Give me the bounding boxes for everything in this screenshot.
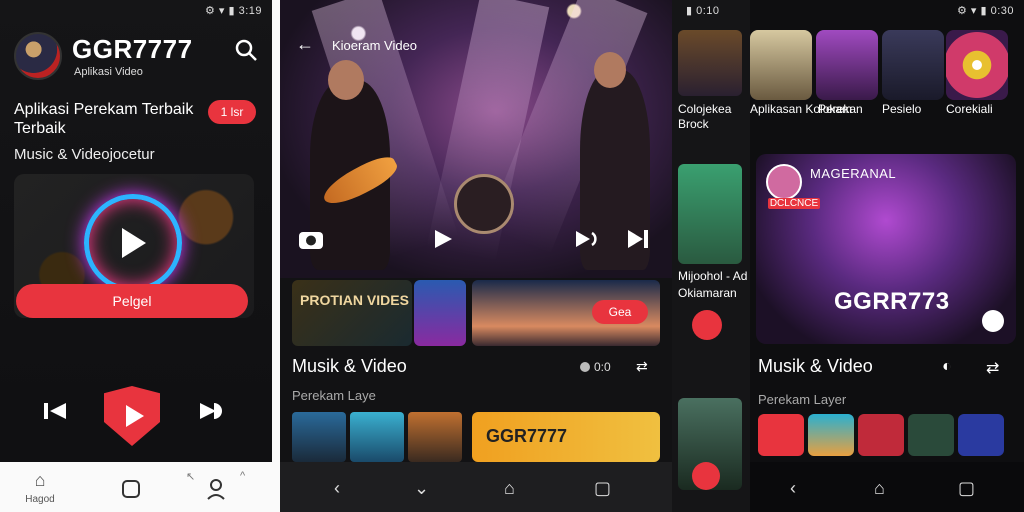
search-icon[interactable]: [234, 38, 258, 62]
chevron-down-icon[interactable]: ⌄: [414, 478, 429, 499]
camera-icon[interactable]: [298, 228, 324, 250]
mini-thumb[interactable]: [292, 412, 346, 462]
video-thumb[interactable]: [678, 30, 742, 96]
home-nav-icon[interactable]: ⌂: [874, 478, 885, 499]
divider: [272, 0, 280, 512]
video-thumb[interactable]: [678, 164, 742, 264]
status-badge[interactable]: 1 lsr: [208, 100, 256, 124]
brand-title: GGR7777: [72, 34, 193, 64]
hero-brand: GGRR773: [834, 288, 950, 315]
nav-home-label: Hagod: [25, 494, 55, 505]
headline: Aplikasi Perekam Terbaik Terbaik: [14, 101, 194, 137]
home-nav-icon[interactable]: ⌂: [504, 478, 515, 499]
shield-icon[interactable]: [692, 462, 720, 490]
previous-icon[interactable]: [40, 396, 70, 426]
promo-banner-text: GGR7777: [486, 426, 568, 446]
featured-thumb-title: PROTIAN VIDES: [300, 292, 409, 308]
channel-label: Perekan: [818, 102, 863, 116]
system-navigation: ‹ ⌄ ⌂ ▢: [280, 462, 672, 512]
hero-banner[interactable]: MAGERANAL DCLCNCE GGRR773: [756, 154, 1016, 344]
channel-label: Corekiali: [946, 102, 993, 116]
play-icon: [126, 405, 144, 427]
app-icon[interactable]: [958, 414, 1004, 456]
drum-kit: [454, 174, 514, 234]
profile-icon[interactable]: [206, 478, 226, 500]
section-meta: 0:0: [580, 360, 611, 374]
screen-list-narrow: ▮ 0:10 Colojekea Brock Mijoohol - Ad Oki…: [672, 0, 750, 512]
hero-tag: DCLCNCE: [768, 198, 820, 209]
back-nav-icon[interactable]: ‹: [790, 478, 796, 499]
bottom-navigation: ⌂ Hagod ↖ ^: [0, 462, 272, 512]
thumb-pill-button[interactable]: Gea: [592, 300, 648, 324]
channel-thumb[interactable]: [882, 30, 944, 100]
hero-title: MAGERANAL: [810, 166, 897, 181]
skip-next-icon[interactable]: [626, 228, 652, 250]
recents-icon[interactable]: ▢: [958, 478, 975, 499]
singer-head: [594, 52, 626, 88]
screen-video-player: ← Kioeram Video PROTIAN VIDES Gea Musik …: [280, 0, 672, 512]
recents-icon[interactable]: ▢: [594, 478, 611, 499]
next-icon[interactable]: [196, 396, 226, 426]
app-icon[interactable]: [758, 414, 804, 456]
play-shield-button[interactable]: [104, 386, 160, 446]
featured-thumb[interactable]: [414, 280, 466, 346]
audio-icon[interactable]: [574, 228, 600, 250]
promo-banner[interactable]: GGR7777: [472, 412, 660, 462]
featured-thumb[interactable]: PROTIAN VIDES: [292, 280, 412, 346]
featured-thumb[interactable]: Gea: [472, 280, 660, 346]
section-title: Musik & Video: [292, 356, 407, 376]
channel-thumb[interactable]: [750, 30, 812, 100]
share-icon[interactable]: ⇄: [986, 358, 999, 378]
back-nav-icon[interactable]: ‹: [334, 478, 340, 499]
mini-thumb[interactable]: [408, 412, 462, 462]
mini-thumb[interactable]: [350, 412, 404, 462]
app-icon[interactable]: [808, 414, 854, 456]
section-subtitle: Perekam Layer: [758, 392, 847, 407]
section-subtitle: Perekam Laye: [292, 388, 376, 403]
play-icon[interactable]: [122, 228, 146, 258]
section-subtitle: Music & Videojocetur: [14, 146, 155, 163]
share-icon[interactable]: ⇄: [636, 358, 648, 375]
video-label: Mijoohol - Ad Okiamaran: [678, 269, 748, 300]
status-bar: ⚙ ▾ ▮ 3:19: [204, 5, 262, 17]
status-bar: ▮ 0:10: [686, 5, 720, 17]
primary-action-button[interactable]: Pelgel: [16, 284, 248, 318]
app-logo-avatar: [14, 32, 62, 80]
back-arrow-icon[interactable]: ←: [296, 34, 314, 55]
screen-home: ⚙ ▾ ▮ 3:19 GGR7777 Aplikasi Video Aplika…: [0, 0, 272, 512]
app-icon[interactable]: [858, 414, 904, 456]
screen-discover: ⚙ ▾ ▮ 0:30 Aplikasan Kolokam Perekan Pes…: [750, 0, 1024, 512]
status-bar: ⚙ ▾ ▮ 0:30: [956, 5, 1014, 17]
system-navigation: ‹ ⌂ ▢: [750, 462, 1024, 512]
hero-action-icon[interactable]: [982, 310, 1004, 332]
brand-subtitle: Aplikasi Video: [74, 66, 143, 78]
arrow-icon: ↖: [186, 471, 196, 483]
hero-logo: [766, 164, 802, 200]
nav-home-circle-icon[interactable]: [122, 480, 140, 498]
section-title: Musik & Video: [758, 356, 873, 376]
nav-home[interactable]: ⌂ Hagod: [22, 470, 58, 505]
app-icon[interactable]: [908, 414, 954, 456]
shield-icon[interactable]: [692, 310, 722, 340]
channel-label: Pesielo: [882, 102, 922, 116]
channel-thumb[interactable]: [946, 30, 1008, 100]
expand-icon: ^: [240, 470, 246, 482]
video-label: Colojekea Brock: [678, 102, 732, 131]
play-icon[interactable]: [432, 228, 458, 250]
guitarist-head: [328, 60, 364, 100]
home-icon: ⌂: [34, 470, 46, 490]
audio-icon[interactable]: ◐: [942, 358, 952, 376]
channel-thumb[interactable]: [816, 30, 878, 100]
section-meta-value: 0:0: [594, 360, 611, 374]
record-dot-icon: [580, 362, 590, 372]
screen-title: Kioeram Video: [332, 38, 418, 53]
